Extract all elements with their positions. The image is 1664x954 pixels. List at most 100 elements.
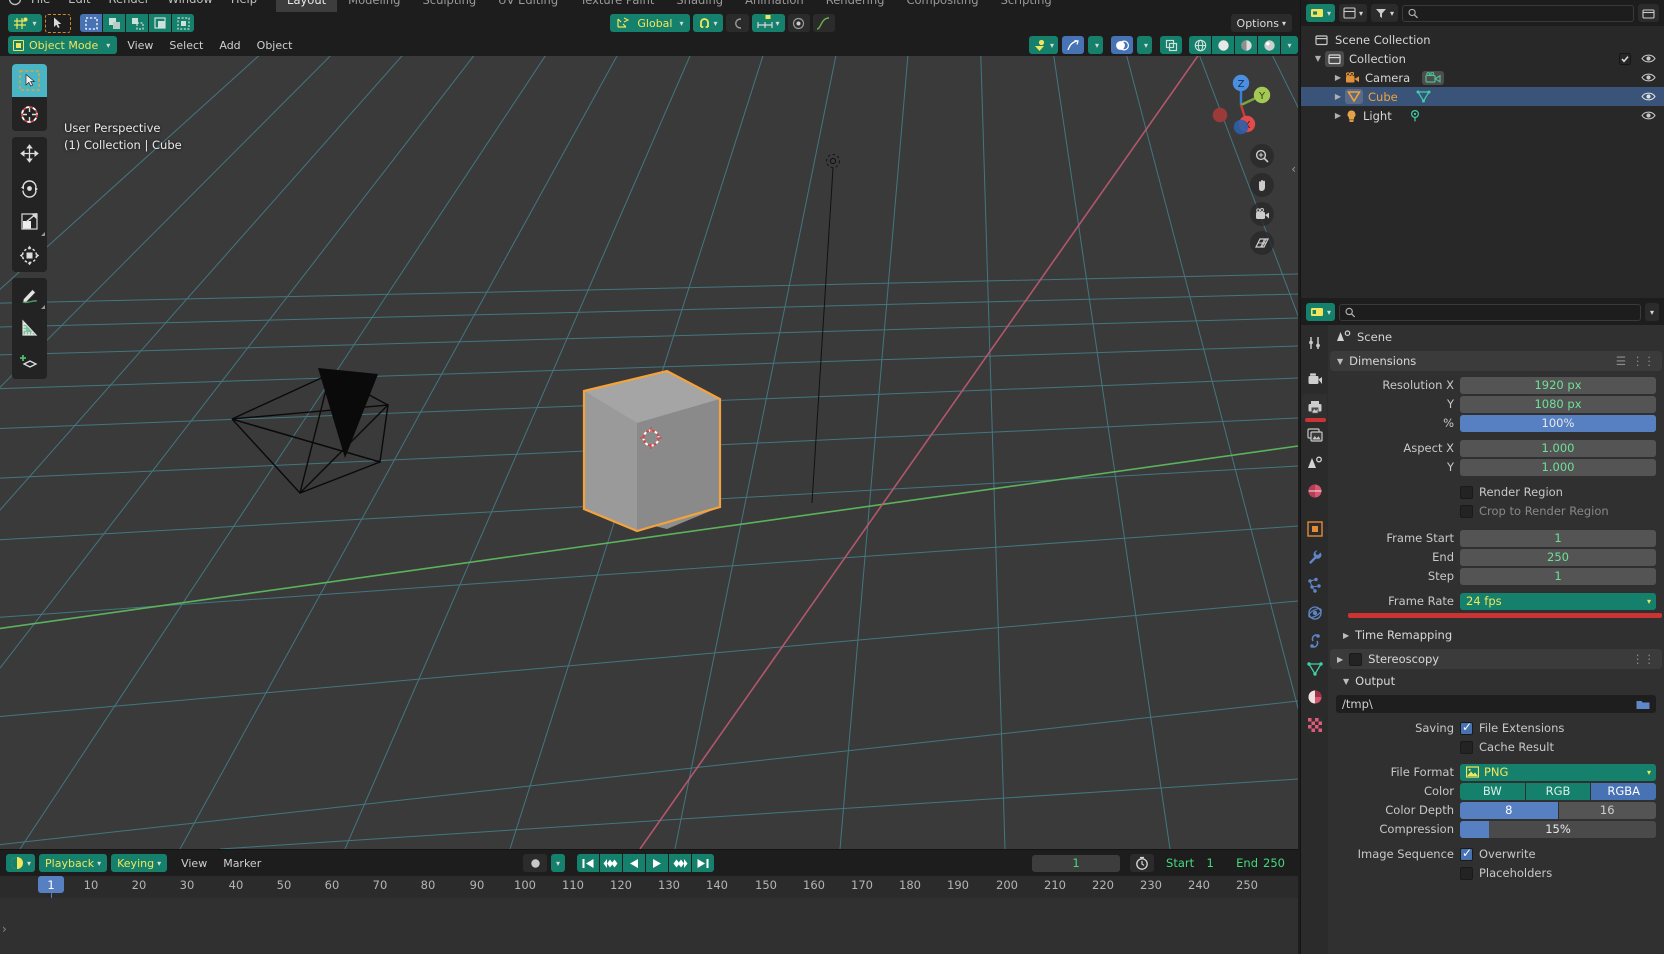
properties-tab-particles[interactable] [1302, 572, 1327, 598]
navigation-gizmo[interactable]: Z Y X [1202, 66, 1280, 144]
add-cube-tool[interactable] [12, 346, 47, 379]
xray-icon[interactable] [1160, 36, 1182, 54]
field-resolution-x[interactable]: 1920 px [1460, 376, 1656, 394]
checkbox-crop-render-region[interactable] [1460, 504, 1473, 518]
snap-target-icon[interactable] [787, 14, 810, 32]
workspace-tab-layout[interactable]: Layout [276, 0, 338, 12]
field-frame-start[interactable]: 1 [1460, 529, 1656, 547]
field-frame-step[interactable]: 1 [1460, 567, 1656, 585]
properties-editor-type-icon[interactable]: ▾ [1306, 303, 1336, 321]
checkbox-placeholders[interactable] [1460, 866, 1473, 880]
outliner-display-mode-dropdown[interactable]: ▾ [1339, 4, 1368, 22]
checkbox-file-extensions[interactable] [1460, 720, 1473, 735]
cursor-select-icon[interactable] [45, 13, 71, 33]
checkbox-stereoscopy[interactable] [1349, 652, 1363, 666]
properties-tab-scene[interactable] [1302, 450, 1327, 476]
mesh-data-icon[interactable] [1416, 90, 1431, 103]
preset-menu-icon[interactable]: ☰ [1616, 354, 1626, 368]
gizmo-icon[interactable] [1061, 36, 1084, 54]
outliner-row-camera[interactable]: ▶ Camera [1301, 68, 1664, 87]
playback-dropdown[interactable]: Playback ▾ [39, 854, 108, 872]
outliner-filter-icon[interactable]: ▾ [1371, 4, 1399, 22]
workspace-tab-modeling[interactable]: Modeling [337, 0, 411, 12]
properties-search-field[interactable] [1339, 303, 1641, 321]
timeline-sidebar-toggle-icon[interactable]: › [2, 922, 7, 936]
options-dropdown[interactable]: Options ▾ [1230, 14, 1292, 32]
shading-material-icon[interactable] [1235, 36, 1257, 54]
checkbox-render-region[interactable] [1460, 485, 1473, 499]
transform-tool[interactable] [12, 239, 47, 272]
value-start[interactable]: 1 [1198, 856, 1222, 870]
workspace-tab-uv-editing[interactable]: UV Editing [487, 0, 569, 12]
keying-dropdown[interactable]: Keying ▾ [111, 854, 168, 872]
workspace-tab-sculpting[interactable]: Sculpting [411, 0, 487, 12]
panel-header-dimensions[interactable]: ▼ Dimensions ☰ ⋮⋮ [1330, 351, 1662, 371]
shading-dropdown-icon[interactable]: ▾ [1281, 36, 1298, 54]
menu-window[interactable]: Window [158, 0, 221, 6]
properties-tab-tool[interactable] [1302, 330, 1327, 356]
curve-falloff-icon[interactable] [812, 14, 835, 32]
properties-tab-modifiers[interactable] [1302, 544, 1327, 570]
light-data-icon[interactable] [1408, 109, 1422, 122]
properties-tab-physics[interactable] [1302, 600, 1327, 626]
select-subtract-icon[interactable] [126, 14, 148, 32]
panel-header-stereoscopy[interactable]: ▶ Stereoscopy ⋮⋮ [1330, 649, 1662, 669]
field-resolution-y[interactable]: 1080 px [1460, 395, 1656, 413]
3d-viewport[interactable]: User Perspective (1) Collection | Cube Z… [0, 56, 1298, 849]
workspace-tab-compositing[interactable]: Compositing [895, 0, 989, 12]
jump-to-start-icon[interactable] [577, 854, 600, 872]
play-reverse-icon[interactable] [623, 854, 646, 872]
workspace-tab-shading[interactable]: Shading [665, 0, 734, 12]
move-tool[interactable] [12, 137, 47, 170]
color-depth-option-8[interactable]: 8 [1460, 801, 1558, 819]
workspace-tab-rendering[interactable]: Rendering [815, 0, 896, 12]
zoom-icon[interactable] [1250, 144, 1274, 168]
timeline-channel-area[interactable] [0, 898, 1298, 954]
annotate-tool[interactable] [12, 278, 47, 311]
properties-options-dropdown[interactable]: ▾ [1644, 303, 1659, 321]
properties-tab-texture[interactable] [1302, 712, 1327, 738]
eye-visibility-icon[interactable] [1641, 110, 1656, 121]
menu-edit[interactable]: Edit [59, 0, 99, 6]
field-aspect-x[interactable]: 1.000 [1460, 439, 1656, 457]
properties-tab-world[interactable] [1302, 478, 1327, 504]
auto-keying-dropdown[interactable]: ▾ [551, 854, 566, 872]
snap-magnet-icon[interactable]: ▾ [692, 14, 723, 32]
checkbox-cache-result[interactable] [1460, 740, 1473, 754]
properties-tab-object[interactable] [1302, 516, 1327, 542]
viewport-menu-view[interactable]: View [121, 36, 159, 54]
visibility-icon[interactable]: ▾ [1028, 36, 1058, 54]
cursor-tool[interactable] [12, 98, 47, 131]
outliner-expand-camera[interactable]: ▶ [1331, 73, 1345, 82]
scale-tool[interactable] [12, 205, 47, 238]
timeline-ruler[interactable]: 10 20 30 40 50 60 70 80 90 100 110 120 1… [0, 876, 1298, 933]
sidebar-toggle-icon[interactable]: ‹ [1291, 162, 1296, 176]
field-compression[interactable]: 15% [1460, 820, 1656, 838]
timeline-menu-marker[interactable]: Marker [217, 854, 267, 872]
dropdown-frame-rate[interactable]: 24 fps ▾ [1460, 592, 1656, 610]
outliner-row-cube[interactable]: ▶ Cube [1301, 87, 1664, 106]
properties-tab-data[interactable] [1302, 656, 1327, 682]
timeline-menu-view[interactable]: View [175, 854, 213, 872]
color-option-rgb[interactable]: RGB [1525, 782, 1591, 800]
workspace-tab-texture-paint[interactable]: Texture Paint [569, 0, 665, 12]
color-option-rgba[interactable]: RGBA [1591, 782, 1656, 800]
outliner-new-collection-icon[interactable] [1638, 4, 1659, 22]
menu-render[interactable]: Render [100, 0, 159, 6]
gizmo-dropdown-icon[interactable]: ▾ [1087, 36, 1103, 54]
shading-rendered-icon[interactable] [1258, 36, 1280, 54]
jump-prev-keyframe-icon[interactable] [600, 854, 623, 872]
checkbox-overwrite[interactable] [1460, 846, 1473, 861]
properties-tab-render[interactable] [1302, 366, 1327, 392]
toggle-orthographic-icon[interactable] [1250, 231, 1274, 255]
use-preview-range-icon[interactable] [1130, 854, 1155, 872]
color-option-bw[interactable]: BW [1460, 782, 1525, 800]
overlays-dropdown-icon[interactable]: ▾ [1136, 36, 1152, 54]
editor-type-icon[interactable]: ▾ [8, 14, 42, 32]
field-aspect-y[interactable]: 1.000 [1460, 458, 1656, 476]
tweak-tool[interactable] [12, 64, 47, 97]
menu-help[interactable]: Help [222, 0, 266, 6]
outliner-row-collection[interactable]: ▼ Collection [1301, 49, 1664, 68]
properties-tab-output[interactable] [1302, 394, 1327, 422]
field-frame-end[interactable]: 250 [1460, 548, 1656, 566]
